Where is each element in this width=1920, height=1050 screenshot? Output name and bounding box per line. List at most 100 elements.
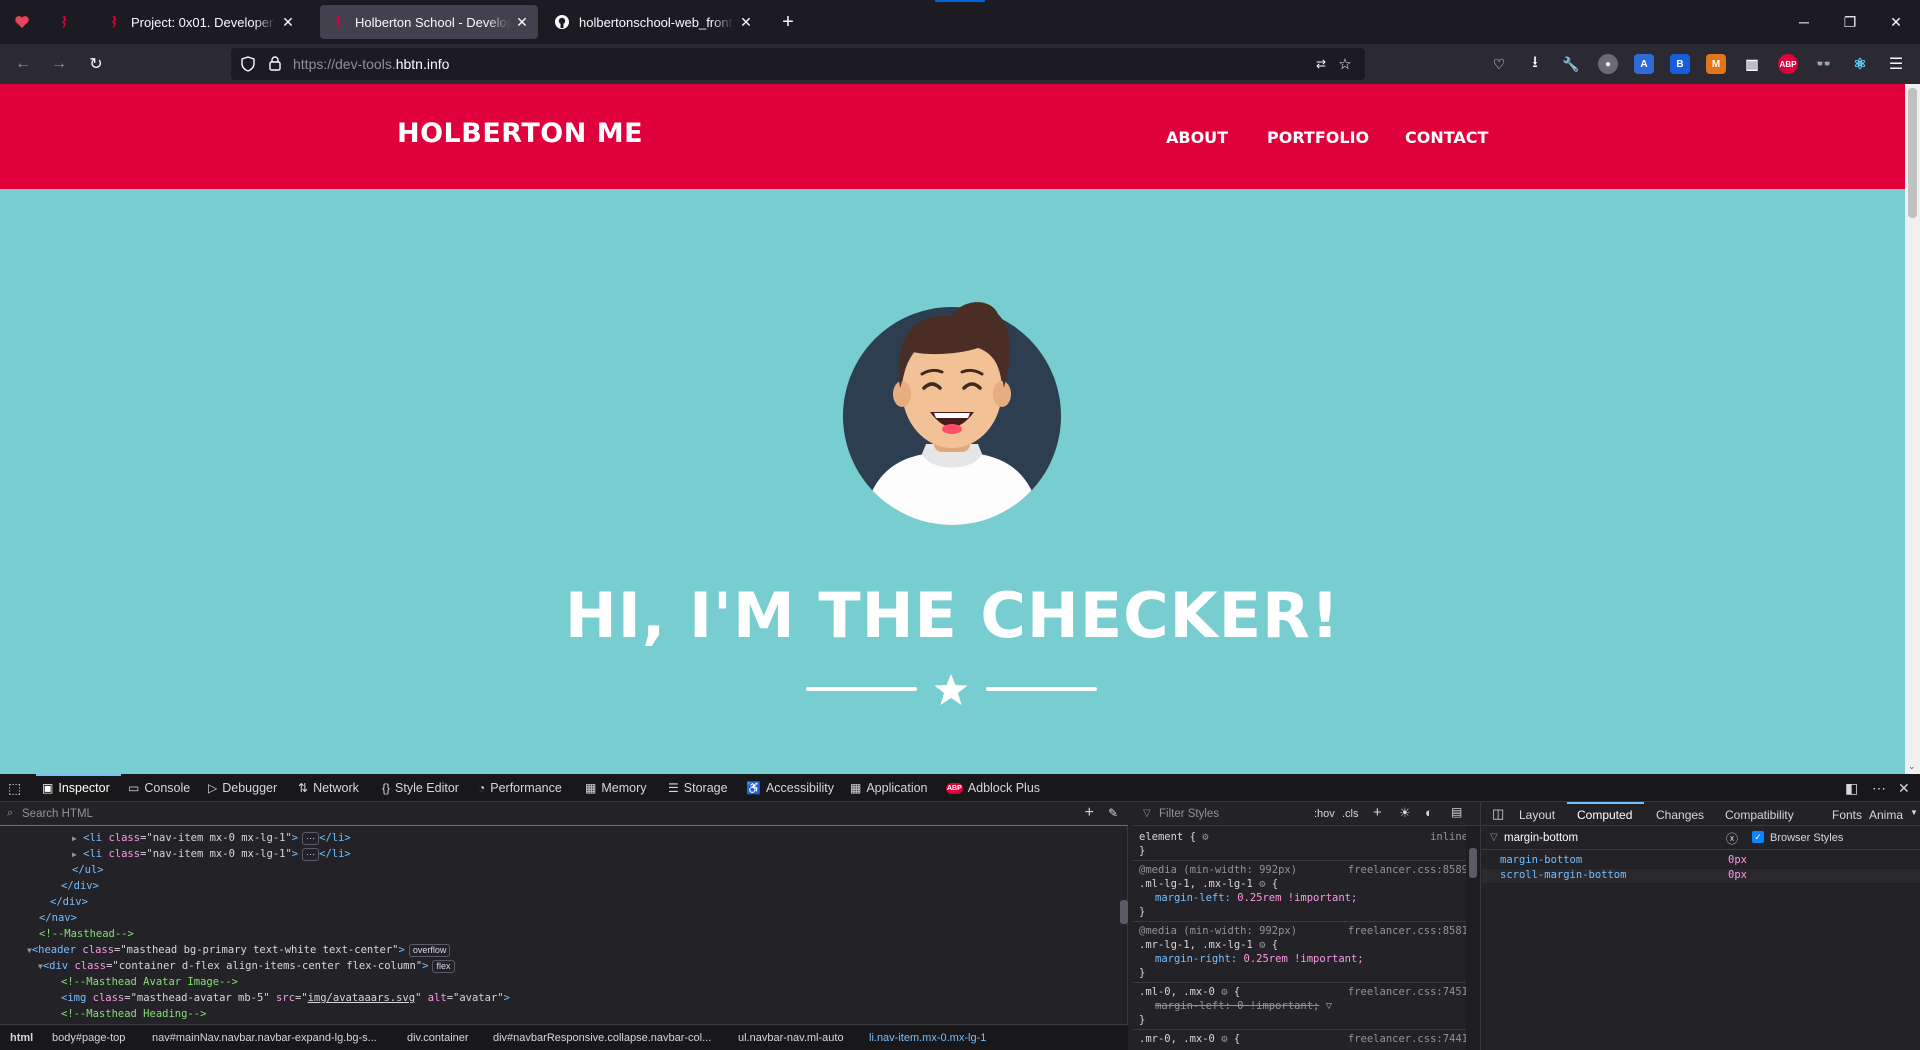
- attr-link[interactable]: img/avataaars.svg: [308, 992, 415, 1004]
- nav-link-portfolio[interactable]: PORTFOLIO: [1267, 128, 1369, 147]
- close-icon[interactable]: ✕: [280, 14, 296, 30]
- library-icon[interactable]: ▥: [1742, 54, 1762, 74]
- breadcrumb-item[interactable]: div#navbarResponsive.collapse.navbar-col…: [493, 1032, 711, 1044]
- filter-styles-input[interactable]: ▽ Filter Styles :hov .cls + ☀ ◐ ▤: [1133, 802, 1481, 826]
- markup-line-li[interactable]: ▶ <li class="nav-item mx-0 mx-lg-1"> ⋯ </l…: [72, 830, 351, 846]
- tab-application[interactable]: ▦ Application: [850, 774, 928, 802]
- scrollbar-thumb[interactable]: [1469, 848, 1477, 878]
- react-devtools-icon[interactable]: ⚛: [1850, 54, 1870, 74]
- computed-row[interactable]: scroll-margin-bottom 0px: [1482, 869, 1920, 883]
- markup-scrollbar[interactable]: [1120, 858, 1128, 1036]
- markup-line-img[interactable]: <img class="masthead-avatar mb-5" src="i…: [61, 990, 510, 1006]
- rule-source-link[interactable]: freelancer.css:8581: [1348, 924, 1468, 938]
- chevron-down-icon[interactable]: ▼: [1910, 808, 1918, 817]
- page-scrollbar[interactable]: ⌄: [1905, 84, 1920, 774]
- glasses-extension-icon[interactable]: 👓: [1814, 54, 1834, 74]
- chevron-down-icon[interactable]: ⌄: [1908, 761, 1916, 772]
- light-mode-icon[interactable]: ☀: [1399, 805, 1411, 821]
- markup-line-div[interactable]: ▼<div class="container d-flex align-item…: [38, 958, 455, 974]
- tab-compatibility[interactable]: Compatibility: [1725, 808, 1794, 822]
- breadcrumb-item[interactable]: body#page-top: [52, 1032, 125, 1044]
- gear-icon[interactable]: ⚙: [1221, 986, 1227, 998]
- chevron-right-icon[interactable]: ▶: [72, 834, 77, 843]
- rule-selector[interactable]: .ml-0, .mx-0 ⚙ {: [1139, 985, 1240, 999]
- metamask-extension-icon[interactable]: M: [1706, 54, 1726, 74]
- markup-line-comment[interactable]: <!--Masthead-->: [39, 926, 134, 942]
- markup-line-li[interactable]: ▶ <li class="nav-item mx-0 mx-lg-1"> ⋯ </l…: [72, 846, 351, 862]
- translate-icon[interactable]: ⇄: [1311, 54, 1331, 74]
- rule-selector[interactable]: .mr-0, .mx-0 ⚙ {: [1139, 1032, 1240, 1046]
- browser-styles-checkbox[interactable]: ✓: [1752, 831, 1764, 843]
- hamburger-menu-icon[interactable]: ☰: [1882, 50, 1910, 78]
- markup-line-header[interactable]: ▼<header class="masthead bg-primary text…: [27, 942, 451, 958]
- eyedropper-icon[interactable]: ✎: [1108, 806, 1118, 820]
- tab-inspector[interactable]: ▣ Inspector: [36, 774, 121, 802]
- restore-button[interactable]: ❐: [1827, 0, 1873, 44]
- nav-link-contact[interactable]: CONTACT: [1405, 128, 1488, 147]
- bitwarden-extension-icon[interactable]: B: [1670, 54, 1690, 74]
- translator-extension-icon[interactable]: A: [1634, 54, 1654, 74]
- breadcrumb-item[interactable]: nav#mainNav.navbar.navbar-expand-lg.bg-s…: [152, 1032, 377, 1044]
- rule-source-link[interactable]: freelancer.css:8589: [1348, 863, 1468, 877]
- tab-adblock-plus[interactable]: ABP Adblock Plus: [946, 774, 1040, 802]
- ellipsis-badge[interactable]: ⋯: [302, 832, 320, 845]
- adblock-plus-extension-icon[interactable]: ABP: [1778, 54, 1798, 74]
- tab-console[interactable]: ▭ Console: [128, 774, 190, 802]
- rule-declaration-overridden[interactable]: margin-left: 0 !important; ▽: [1155, 999, 1332, 1013]
- breadcrumb-item[interactable]: ul.navbar-nav.ml-auto: [738, 1032, 844, 1044]
- computed-filter-input[interactable]: ▽ margin-bottom ⓧ ✓ Browser Styles: [1482, 826, 1920, 850]
- add-node-icon[interactable]: +: [1085, 804, 1094, 822]
- new-tab-button[interactable]: +: [774, 0, 802, 44]
- tab-debugger[interactable]: ▷ Debugger: [208, 774, 277, 802]
- tab-animations[interactable]: Anima: [1869, 808, 1913, 822]
- url-text[interactable]: https://dev-tools.hbtn.info: [293, 56, 449, 72]
- tab-pinned-pocket[interactable]: [4, 5, 38, 39]
- search-html-input[interactable]: ⌕ Search HTML + ✎: [0, 802, 1128, 826]
- tab-project[interactable]: Project: 0x01. Developer tools | Intrane…: [96, 5, 304, 39]
- toggle-sidebar-icon[interactable]: ◫: [1492, 806, 1504, 822]
- markup-line-nav-close[interactable]: </nav>: [39, 910, 77, 926]
- rule-selector[interactable]: .ml-lg-1, .mx-lg-1 ⚙ {: [1139, 877, 1278, 891]
- bookmark-star-icon[interactable]: ☆: [1335, 54, 1355, 74]
- tab-github[interactable]: holbertonschool-web_front_end ✕: [544, 5, 762, 39]
- breadcrumb-item[interactable]: html: [10, 1032, 33, 1044]
- profile-avatar-icon[interactable]: ●: [1598, 54, 1618, 74]
- close-icon[interactable]: ✕: [738, 14, 754, 30]
- back-button[interactable]: ←: [9, 50, 37, 78]
- markup-line-comment[interactable]: <!--Masthead Heading-->: [61, 1006, 206, 1022]
- tab-layout[interactable]: Layout: [1519, 808, 1555, 822]
- pocket-icon[interactable]: ♡: [1485, 50, 1513, 78]
- tab-pinned-holberton[interactable]: [46, 5, 80, 39]
- gear-icon[interactable]: ⚙: [1202, 831, 1208, 843]
- gear-icon[interactable]: ⚙: [1259, 878, 1265, 890]
- overflow-badge[interactable]: overflow: [408, 944, 451, 957]
- forward-button[interactable]: →: [45, 50, 73, 78]
- rule-selector[interactable]: .mr-lg-1, .mx-lg-1 ⚙ {: [1139, 938, 1278, 952]
- tab-changes[interactable]: Changes: [1656, 808, 1704, 822]
- dark-mode-icon[interactable]: ◐: [1425, 805, 1433, 820]
- scrollbar-thumb[interactable]: [1120, 900, 1128, 924]
- minimize-button[interactable]: ─: [1781, 0, 1827, 44]
- tab-developer-tools[interactable]: Holberton School - Developer tools ✕: [320, 5, 538, 39]
- tab-storage[interactable]: ☰ Storage: [668, 774, 728, 802]
- rule-declaration[interactable]: margin-right: 0.25rem !important;: [1155, 952, 1364, 966]
- download-icon[interactable]: ⭳: [1521, 50, 1549, 78]
- lock-icon[interactable]: [269, 56, 281, 76]
- rule-declaration[interactable]: margin-left: 0.25rem !important;: [1155, 891, 1357, 905]
- tab-style-editor[interactable]: {} Style Editor: [382, 774, 459, 802]
- breadcrumb-item-selected[interactable]: li.nav-item.mx-0.mx-lg-1: [869, 1032, 986, 1044]
- dock-side-icon[interactable]: ◧: [1845, 780, 1858, 797]
- close-window-button[interactable]: ✕: [1873, 0, 1919, 44]
- gear-icon[interactable]: ⚙: [1221, 1033, 1227, 1045]
- reload-button[interactable]: ↻: [82, 50, 110, 78]
- rule-source-link[interactable]: freelancer.css:7451: [1348, 985, 1468, 999]
- markup-line-div-close[interactable]: </div>: [61, 878, 99, 894]
- tab-computed[interactable]: Computed: [1577, 808, 1632, 822]
- flex-badge[interactable]: flex: [432, 960, 455, 973]
- tab-accessibility[interactable]: ♿ Accessibility: [746, 774, 834, 802]
- rules-scrollbar[interactable]: [1466, 826, 1480, 1050]
- hov-toggle[interactable]: :hov: [1314, 808, 1335, 820]
- shield-icon[interactable]: [241, 56, 255, 77]
- close-icon[interactable]: ✕: [514, 14, 530, 30]
- gear-icon[interactable]: ⚙: [1259, 939, 1265, 951]
